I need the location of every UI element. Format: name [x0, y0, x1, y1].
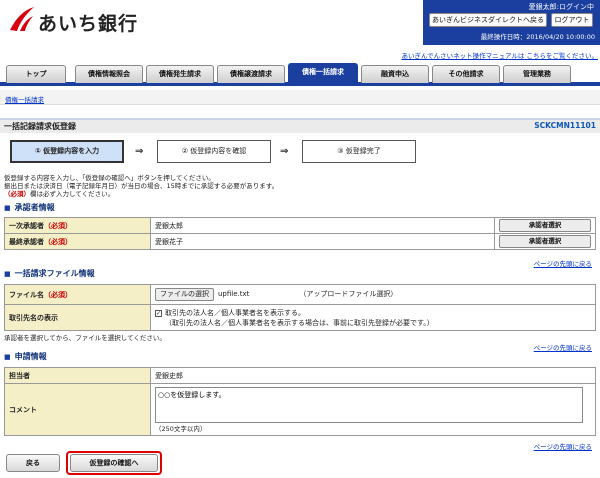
display-checkbox[interactable]: ✓: [155, 309, 162, 317]
step-arrow: ⇒: [280, 146, 289, 157]
title-bar: [0, 118, 600, 133]
page-title: 一括記録請求仮登録: [4, 122, 76, 131]
confirm-button[interactable]: 仮登録の確認へ: [70, 454, 158, 472]
table-row: 担当者 愛銀史郎: [4, 367, 596, 384]
request-heading: 申請情報: [4, 351, 47, 362]
first-approver-select-button[interactable]: 承認者選択: [499, 219, 591, 232]
comment-limit: （250文字以内）: [155, 425, 207, 433]
file-name-value: upfile.txt: [218, 290, 250, 298]
bank-logo-icon: [10, 7, 34, 31]
comment-label: コメント: [4, 383, 151, 436]
file-name-label: ファイル名（必須）: [4, 284, 151, 305]
file-after-note: 承認者を選択してから、ファイルを選択してください。: [4, 334, 166, 342]
first-approver-value: 愛銀太郎: [150, 217, 495, 234]
page-top-link[interactable]: ページの先頭に戻る: [534, 441, 592, 451]
file-choose-button[interactable]: ファイルの選択: [155, 288, 214, 301]
required-mark: （必須）: [44, 290, 72, 299]
tab-financing[interactable]: 融資申込: [361, 65, 429, 83]
page-top-link[interactable]: ページの先頭に戻る: [534, 342, 592, 352]
tab-other-request[interactable]: その他請求: [432, 65, 500, 83]
tab-claim-issue[interactable]: 債権発生請求: [146, 65, 214, 83]
page-top-link[interactable]: ページの先頭に戻る: [534, 258, 592, 268]
step-input: ① 仮登録内容を入力: [10, 140, 124, 163]
final-approver-label: 最終承認者（必須）: [4, 233, 151, 250]
tab-claim-inquiry[interactable]: 債権情報照会: [75, 65, 143, 83]
manual-link[interactable]: あいぎんでんさいネット操作マニュアルは こちらをご覧ください。: [362, 50, 598, 60]
breadcrumb-bar: [0, 90, 600, 105]
required-mark: （必須）: [4, 190, 30, 198]
table-row: 最終承認者（必須） 愛銀花子 承認者選択: [4, 233, 596, 250]
bank-name: あいち銀行: [38, 13, 139, 35]
request-table: 担当者 愛銀史郎 コメント ○○を仮登録します。 （250文字以内）: [4, 367, 596, 436]
breadcrumb[interactable]: 債権一括請求: [5, 94, 44, 104]
tab-bulk-request[interactable]: 債権一括請求: [288, 63, 358, 84]
file-table: ファイル名（必須） ファイルの選択 upfile.txt （アップロードファイル選択…: [4, 284, 596, 331]
back-button[interactable]: 戻る: [6, 454, 60, 472]
final-approver-select-button[interactable]: 承認者選択: [499, 235, 591, 248]
approver-heading: 承認者情報: [4, 202, 55, 213]
step-confirm: ② 仮登録内容を確認: [157, 140, 271, 163]
comment-textarea[interactable]: ○○を仮登録します。: [155, 387, 583, 423]
last-operation-time: 最終操作日時：2016/04/20 10:00:00: [480, 33, 595, 41]
tab-bar: トップ 債権情報照会 債権発生請求 債権譲渡請求 債権一括請求 融資申込 その他…: [0, 62, 600, 86]
logout-button[interactable]: ログアウト: [551, 13, 593, 27]
file-heading: 一括請求ファイル情報: [4, 268, 95, 279]
display-note: （取引先の法人名／個人事業者名を表示する場合は、事前に取引先登録が必要です。）: [165, 318, 434, 327]
upload-note: （アップロードファイル選択）: [299, 290, 398, 298]
required-mark: （必須）: [44, 237, 72, 246]
step-arrow: ⇒: [135, 146, 144, 157]
first-approver-label: 一次承認者（必須）: [4, 217, 151, 234]
table-row: 取引先名の表示 ✓ 取引先の法人名／個人事業者名を表示する。 （取引先の法人名／個…: [4, 304, 596, 331]
display-label: 取引先名の表示: [4, 304, 151, 331]
step-complete: ③ 仮登録完了: [302, 140, 416, 163]
required-mark: （必須）: [44, 221, 72, 230]
user-status: 愛銀太郎:ログイン中: [528, 3, 594, 11]
approver-table: 一次承認者（必須） 愛銀太郎 承認者選択 最終承認者（必須） 愛銀花子 承認者選…: [4, 217, 596, 250]
screen-id: SCKCMN11101: [534, 121, 596, 130]
display-checkbox-label: 取引先の法人名／個人事業者名を表示する。: [165, 308, 305, 317]
table-row: コメント ○○を仮登録します。 （250文字以内）: [4, 383, 596, 436]
person-label: 担当者: [4, 367, 151, 384]
table-row: 一次承認者（必須） 愛銀太郎 承認者選択: [4, 217, 596, 234]
tab-claim-transfer[interactable]: 債権譲渡請求: [217, 65, 285, 83]
table-row: ファイル名（必須） ファイルの選択 upfile.txt （アップロードファイル選択…: [4, 284, 596, 305]
tab-top[interactable]: トップ: [6, 65, 66, 83]
tab-management[interactable]: 管理業務: [503, 65, 571, 83]
intro-text: 欄は必ず入力してください。: [30, 190, 115, 198]
final-approver-value: 愛銀花子: [150, 233, 495, 250]
intro-text: （必須）欄は必ず入力してください。: [4, 188, 114, 198]
direct-return-button[interactable]: あいぎんビジネスダイレクトへ戻る: [429, 13, 547, 27]
person-value: 愛銀史郎: [150, 367, 596, 384]
